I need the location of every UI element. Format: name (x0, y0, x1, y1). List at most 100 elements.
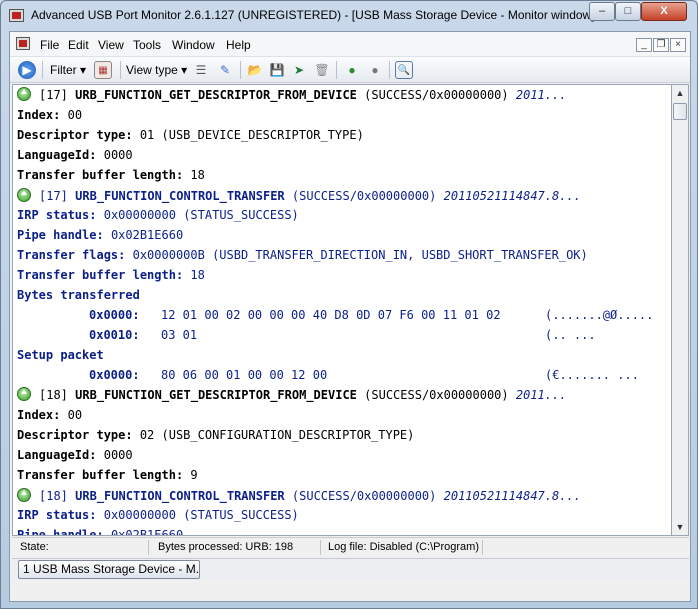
entry-time: 2011... (515, 88, 567, 102)
mdi-minimize-button[interactable]: _ (636, 38, 652, 52)
log-entry-header[interactable]: [17] URB_FUNCTION_CONTROL_TRANSFER (SUCC… (17, 186, 581, 206)
entry-time: 20110521114847.8... (443, 189, 581, 203)
options-icon[interactable]: ▦ (94, 61, 112, 79)
open-icon[interactable]: 📂 (246, 61, 264, 79)
field-value: 0x00000000 (STATUS_SUCCESS) (103, 208, 299, 222)
entry-number: [17] (39, 88, 68, 102)
field-value: 00 (67, 108, 83, 122)
field-row: LanguageId: 0000 (17, 445, 133, 465)
field-row: Index: 00 (17, 405, 82, 425)
field-row: Pipe handle: 0x02B1E660 (17, 525, 184, 536)
menu-window[interactable]: Window (172, 38, 215, 52)
view-type-dropdown[interactable]: View type ▾ (126, 63, 187, 77)
mdi-restore-button[interactable]: ❐ (653, 38, 669, 52)
vertical-scrollbar[interactable]: ▲ ▼ (672, 84, 689, 536)
save-icon[interactable]: 💾 (268, 61, 286, 79)
hex-bytes: 03 01 (161, 328, 198, 342)
delete-icon[interactable]: 🗑 (313, 61, 331, 79)
field-row: Transfer flags: 0x0000000B (USBD_TRANSFE… (17, 245, 588, 265)
mdi-client: File Edit View Tools Window Help _ ❐ × ▶… (9, 31, 691, 602)
section-label: Setup packet (17, 345, 104, 365)
hex-bytes: 12 01 00 02 00 00 00 40 D8 0D 07 F6 00 1… (161, 308, 501, 322)
field-row: LanguageId: 0000 (17, 145, 133, 165)
tab-monitor-window[interactable]: 1 USB Mass Storage Device - M... (18, 560, 200, 579)
status-state: State: (20, 541, 49, 553)
window-title: Advanced USB Port Monitor 2.6.1.127 (UNR… (31, 8, 595, 22)
hex-ascii: (.. ... (545, 328, 596, 342)
field-row: Pipe handle: 0x02B1E660 (17, 225, 183, 245)
hex-offset: 0x0000: (89, 368, 140, 382)
entry-function: URB_FUNCTION_CONTROL_TRANSFER (75, 489, 285, 503)
toolbar-separator (389, 61, 390, 79)
field-value: 0x02B1E660 (110, 528, 184, 536)
field-label: Transfer buffer length: (17, 168, 184, 182)
go-icon[interactable]: ▶ (18, 61, 36, 79)
entry-status: (SUCCESS/0x00000000) (291, 189, 437, 203)
status-log-file: Log file: Disabled (C:\Program) (328, 541, 480, 553)
scroll-down-icon[interactable]: ▼ (672, 519, 688, 535)
success-icon (17, 188, 31, 202)
field-value: 18 (190, 268, 205, 282)
title-bar[interactable]: Advanced USB Port Monitor 2.6.1.127 (UNR… (1, 1, 697, 31)
field-label: Transfer buffer length: (17, 268, 184, 282)
field-label: Index: (17, 108, 61, 122)
minimize-button[interactable]: – (589, 2, 615, 21)
entry-time: 2011... (515, 388, 567, 402)
menu-help[interactable]: Help (226, 38, 251, 52)
report-icon[interactable]: 🔍 (395, 61, 413, 79)
field-label: IRP status: (17, 208, 97, 222)
menu-bar: File Edit View Tools Window Help _ ❐ × (10, 32, 690, 57)
mdi-window-icon[interactable] (16, 37, 30, 50)
menu-file[interactable]: File (40, 38, 59, 52)
window-switch-bar: 1 USB Mass Storage Device - M... (12, 558, 689, 580)
field-label: Index: (17, 408, 61, 422)
toolbar-separator (120, 61, 121, 79)
hex-bytes: 80 06 00 01 00 00 12 00 (161, 368, 328, 382)
hex-row: 0x0000: 80 06 00 01 00 00 12 00 (€......… (17, 365, 667, 385)
connect-icon[interactable]: ● (343, 61, 361, 79)
menu-edit[interactable]: Edit (68, 38, 89, 52)
log-entry-header[interactable]: [18] URB_FUNCTION_GET_DESCRIPTOR_FROM_DE… (17, 385, 566, 405)
scroll-thumb[interactable] (673, 103, 687, 120)
mdi-close-button[interactable]: × (670, 38, 686, 52)
status-separator (148, 540, 149, 555)
disconnect-icon[interactable]: ● (366, 61, 384, 79)
field-label: Transfer buffer length: (17, 468, 184, 482)
log-entry-header[interactable]: [17] URB_FUNCTION_GET_DESCRIPTOR_FROM_DE… (17, 85, 566, 105)
field-row: IRP status: 0x00000000 (STATUS_SUCCESS) (17, 205, 299, 225)
entry-number: [17] (39, 189, 68, 203)
menu-tools[interactable]: Tools (133, 38, 161, 52)
scroll-up-icon[interactable]: ▲ (672, 85, 688, 101)
hex-row: 0x0010: 03 01 (.. ... (17, 325, 667, 345)
field-row: Descriptor type: 01 (USB_DEVICE_DESCRIPT… (17, 125, 364, 145)
success-icon (17, 387, 31, 401)
field-label: Transfer flags: (17, 248, 126, 262)
field-value: 9 (190, 468, 198, 482)
toolbar: ▶ Filter ▾ ▦ View type ▾ ☰ ✎ 📂 💾 ➤ 🗑 ● ●… (10, 57, 690, 83)
list-icon[interactable]: ☰ (192, 61, 210, 79)
entry-function: URB_FUNCTION_CONTROL_TRANSFER (75, 189, 285, 203)
chevron-down-icon: ▾ (181, 63, 188, 77)
close-button[interactable]: X (641, 2, 687, 21)
log-view[interactable]: [17] URB_FUNCTION_GET_DESCRIPTOR_FROM_DE… (12, 84, 672, 536)
field-label: Descriptor type: (17, 428, 133, 442)
field-value: 0x00000000 (STATUS_SUCCESS) (103, 508, 299, 522)
export-icon[interactable]: ➤ (290, 61, 308, 79)
field-row: Transfer buffer length: 9 (17, 465, 198, 485)
log-entry-header[interactable]: [18] URB_FUNCTION_CONTROL_TRANSFER (SUCC… (17, 486, 581, 506)
field-value: 02 (USB_CONFIGURATION_DESCRIPTOR_TYPE) (139, 428, 415, 442)
filter-label: Filter (50, 63, 77, 77)
menu-view[interactable]: View (98, 38, 124, 52)
entry-status: (SUCCESS/0x00000000) (364, 88, 509, 102)
hex-row: 0x0000: 12 01 00 02 00 00 00 40 D8 0D 07… (17, 305, 667, 325)
toolbar-separator (336, 61, 337, 79)
field-value: 0x0000000B (USBD_TRANSFER_DIRECTION_IN, … (132, 248, 588, 262)
maximize-button[interactable]: □ (615, 2, 641, 21)
field-value: 00 (67, 408, 83, 422)
field-row: Descriptor type: 02 (USB_CONFIGURATION_D… (17, 425, 414, 445)
success-icon (17, 87, 31, 101)
clear-icon[interactable]: ✎ (216, 61, 234, 79)
field-label: Bytes transferred (17, 288, 140, 302)
filter-dropdown[interactable]: Filter ▾ (50, 63, 86, 77)
chevron-down-icon: ▾ (80, 63, 87, 77)
